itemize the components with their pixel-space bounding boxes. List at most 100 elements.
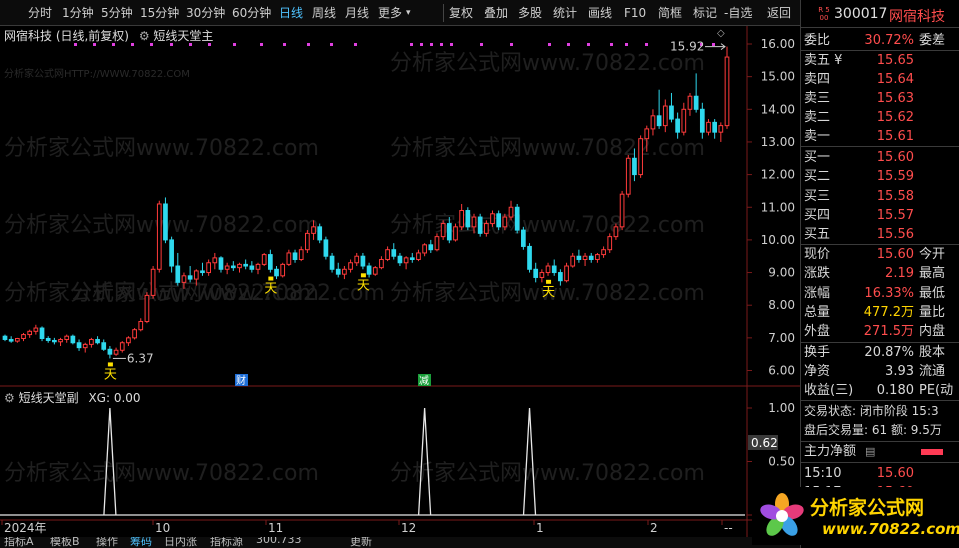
candle-body: [521, 229, 526, 247]
after-hours: 盘后交易量: 61 额: 9.5万: [801, 421, 959, 440]
stat-row: 涨跌 2.19 最高: [801, 264, 959, 283]
ask-row-value: 15.62: [876, 110, 914, 125]
candle-body: [632, 157, 637, 176]
cursor-value: 0.62: [751, 436, 778, 450]
stat-row-label: 涨幅: [804, 285, 831, 301]
footer-tab[interactable]: 更新: [350, 537, 372, 548]
candle-body: [385, 249, 390, 260]
candle-body: [8, 338, 14, 342]
signal-dot: [430, 43, 433, 46]
candle-body: [397, 255, 403, 264]
candle-body: [409, 257, 415, 260]
diamond-icon: ◇: [717, 28, 725, 39]
candle-body: [274, 268, 279, 277]
candle-body: [508, 206, 514, 218]
candle-body: [255, 263, 261, 270]
y-tick-label: 15.00: [761, 70, 795, 84]
bid-row-label: 买三: [804, 188, 831, 204]
stock-header: R 500 300017 网宿科技: [801, 0, 959, 28]
candle-body: [267, 254, 273, 270]
subchart-gear-icon[interactable]: ⚙: [4, 391, 15, 405]
logo-text: 分析家公式网: [810, 497, 925, 519]
candle-body: [403, 257, 409, 264]
candle-body: [58, 338, 63, 343]
footer-tab[interactable]: 指标源: [210, 537, 243, 548]
candle-body: [64, 335, 70, 340]
bid-row-label: 买四: [804, 207, 831, 223]
footer-tab[interactable]: 指标A: [4, 537, 34, 548]
stat2-row: 收益(三) 0.180 PE(动: [801, 381, 959, 400]
watermark-text: 分析家公式网www.70822.com: [390, 461, 705, 486]
candle-body: [181, 275, 187, 283]
signal-dot: [645, 43, 648, 46]
candle-body: [490, 213, 495, 225]
candle-body: [70, 335, 76, 344]
tick-price: 15.60: [876, 466, 914, 481]
stat-row-value: 477.2万: [863, 304, 914, 320]
stat2-row: 换手 20.87% 股本: [801, 343, 959, 362]
watermark-text: 分析家公式网www.70822.com: [390, 136, 705, 161]
list-icon[interactable]: ▤: [865, 442, 875, 461]
ask-row-label: 卖一: [804, 129, 831, 144]
signal-square: [360, 273, 366, 278]
candle-body: [21, 334, 26, 340]
main-net-row[interactable]: 主力净额 ▤: [801, 442, 959, 461]
subchart-name[interactable]: 短线天堂副: [19, 391, 79, 405]
signal-label: 天: [104, 367, 117, 382]
y-tick-label: 6.00: [768, 364, 795, 378]
watermark-text: 分析家公式网www.70822.com: [390, 51, 705, 76]
footer-tab[interactable]: 操作: [96, 537, 118, 548]
stat-row: 涨幅 16.33% 最低: [801, 284, 959, 303]
candle-body: [613, 226, 619, 238]
candle-body: [2, 335, 8, 340]
signal-dot: [587, 43, 590, 46]
stat-row-right: 最高: [919, 266, 946, 282]
footer-tab[interactable]: 筹码: [130, 537, 152, 548]
x-tick-label: 2: [650, 521, 658, 535]
candle-body: [27, 330, 33, 336]
candle-body: [601, 249, 606, 256]
candle-body: [625, 157, 631, 195]
logo-url: www.70822.com: [822, 520, 959, 538]
trade-status: 交易状态: 闭市阶段 15:3: [801, 402, 959, 421]
candle-body: [687, 95, 693, 110]
candle-body: [582, 255, 588, 260]
indicator-name[interactable]: 短线天堂主: [153, 29, 213, 43]
candle-body: [588, 255, 594, 260]
watermark-text: 分析家公式网www.70822.com: [4, 136, 319, 161]
quote-panel: R 500 300017 网宿科技 委比 30.72% 委差 卖五 ¥ 15.65…: [800, 0, 959, 548]
footer-tab[interactable]: 日内涨: [164, 537, 197, 548]
y-tick-label: 7.00: [768, 331, 795, 345]
chart-title: 网宿科技 (日线,前复权) ⚙ 短线天堂主: [4, 27, 213, 44]
candle-body: [95, 338, 100, 344]
candle-body: [724, 56, 730, 127]
signal-square: [268, 276, 274, 281]
signal-dot: [510, 43, 513, 46]
stat-row-label: 外盘: [804, 324, 831, 340]
candle-body: [477, 216, 483, 234]
main-net-bar: [921, 449, 943, 455]
stat-row: 总量 477.2万 量比: [801, 303, 959, 322]
footer-tab[interactable]: 300.733: [256, 537, 302, 546]
candle-body: [311, 226, 316, 234]
chart-canvas[interactable]: 分析家公式网www.70822.com 分析家公式网www.70822.com 分析…: [0, 0, 800, 548]
ask-row-label: 卖二: [804, 110, 831, 125]
candle-body: [564, 265, 569, 282]
signal-dot: [712, 43, 715, 46]
footer-tab[interactable]: 模板B: [50, 537, 80, 548]
candle-body: [545, 265, 551, 274]
candle-body: [699, 108, 705, 133]
stat-row-label: 现价: [804, 247, 831, 262]
candle-body: [638, 138, 643, 176]
candle-body: [212, 257, 218, 264]
stat2-row: 净资 3.93 流通: [801, 362, 959, 381]
tick-row: 15:10 15.60: [801, 464, 959, 483]
candle-body: [317, 226, 323, 241]
y-tick-label: 10.00: [761, 233, 795, 247]
signal-dot: [307, 43, 310, 46]
stat2-row-label: 收益(三): [804, 383, 854, 398]
event-mark: 减: [419, 375, 429, 387]
candle-body: [718, 125, 724, 133]
candle-body: [119, 342, 125, 351]
indicator-gear-icon[interactable]: ⚙: [139, 29, 150, 43]
